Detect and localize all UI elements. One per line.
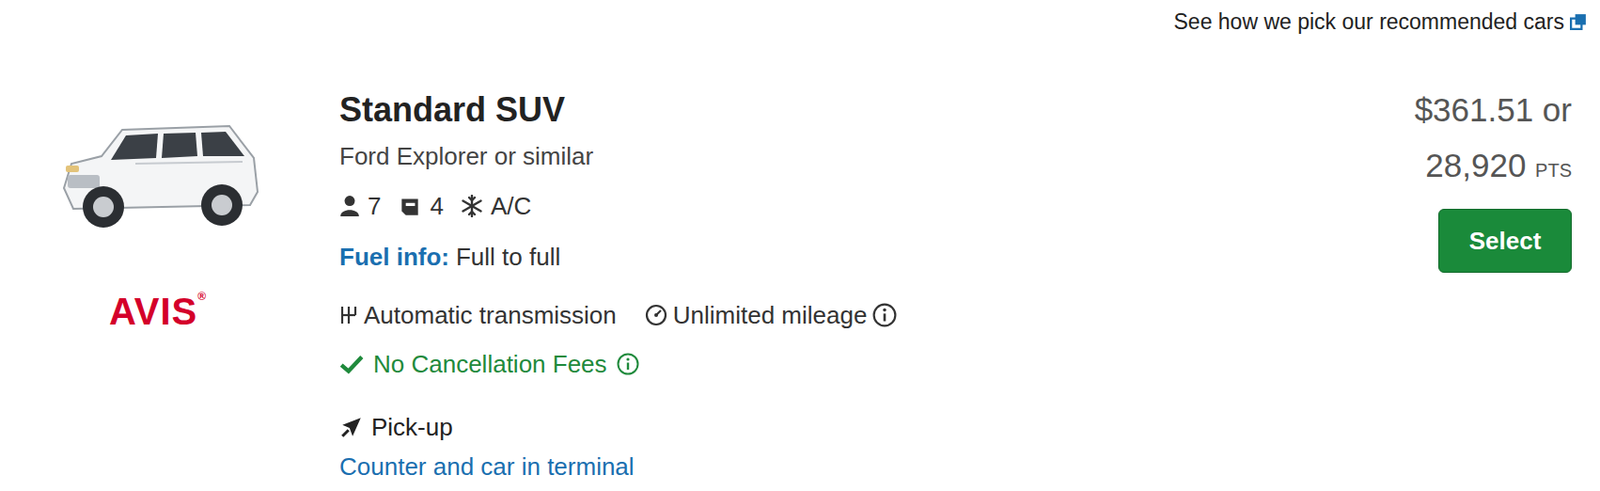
results-page: See how we pick our recommended cars AVIS… (0, 0, 1600, 491)
spec-item: Automatic transmission (339, 300, 617, 330)
price-points: 28,920 PTS (1425, 144, 1572, 191)
gearshift-icon (339, 303, 359, 327)
speedometer-icon (644, 303, 668, 327)
vendor-logo: AVIS® (109, 290, 207, 332)
spec-row: Automatic transmission Unlimited mileage (339, 298, 897, 331)
car-model: Ford Explorer or similar (339, 140, 594, 173)
snowflake-icon (460, 194, 484, 218)
feature-item: 7 (339, 191, 381, 221)
car-category: Standard SUV (339, 89, 565, 131)
recommended-link[interactable]: See how we pick our recommended cars (1174, 7, 1565, 36)
pickup-location-link[interactable]: Counter and car in terminal (339, 450, 635, 483)
spec-item: Unlimited mileage (644, 300, 898, 330)
feature-item: 4 (397, 191, 443, 221)
bag-icon (397, 194, 423, 218)
pickup-label: Pick-up (339, 410, 454, 443)
fuel-info-link[interactable]: Fuel info: (339, 240, 450, 273)
check-icon (339, 353, 364, 375)
feature-row: 74 A/C (339, 189, 532, 222)
cancellation-info: No Cancellation Fees (339, 347, 640, 380)
header: See how we pick our recommended cars (0, 7, 1600, 36)
fuel-info: Fuel info:Full to full (339, 240, 561, 273)
external-link-icon[interactable] (1569, 13, 1587, 31)
info-icon[interactable] (616, 352, 640, 376)
car-details: Standard SUV Ford Explorer or similar 74 A/… (339, 89, 1234, 483)
plane-icon (339, 414, 364, 440)
info-icon[interactable] (872, 302, 897, 328)
price-amount: $361.51 or (1414, 89, 1572, 131)
feature-item: A/C (460, 191, 532, 221)
person-icon (339, 194, 361, 218)
select-button[interactable]: Select (1438, 208, 1572, 273)
car-media: AVIS® (0, 89, 316, 483)
suv-icon (45, 101, 271, 241)
price-block: $361.51 or 28,920 PTS Select (1233, 89, 1600, 483)
car-card: AVIS® Standard SUV Ford Explorer or simila… (0, 89, 1600, 483)
